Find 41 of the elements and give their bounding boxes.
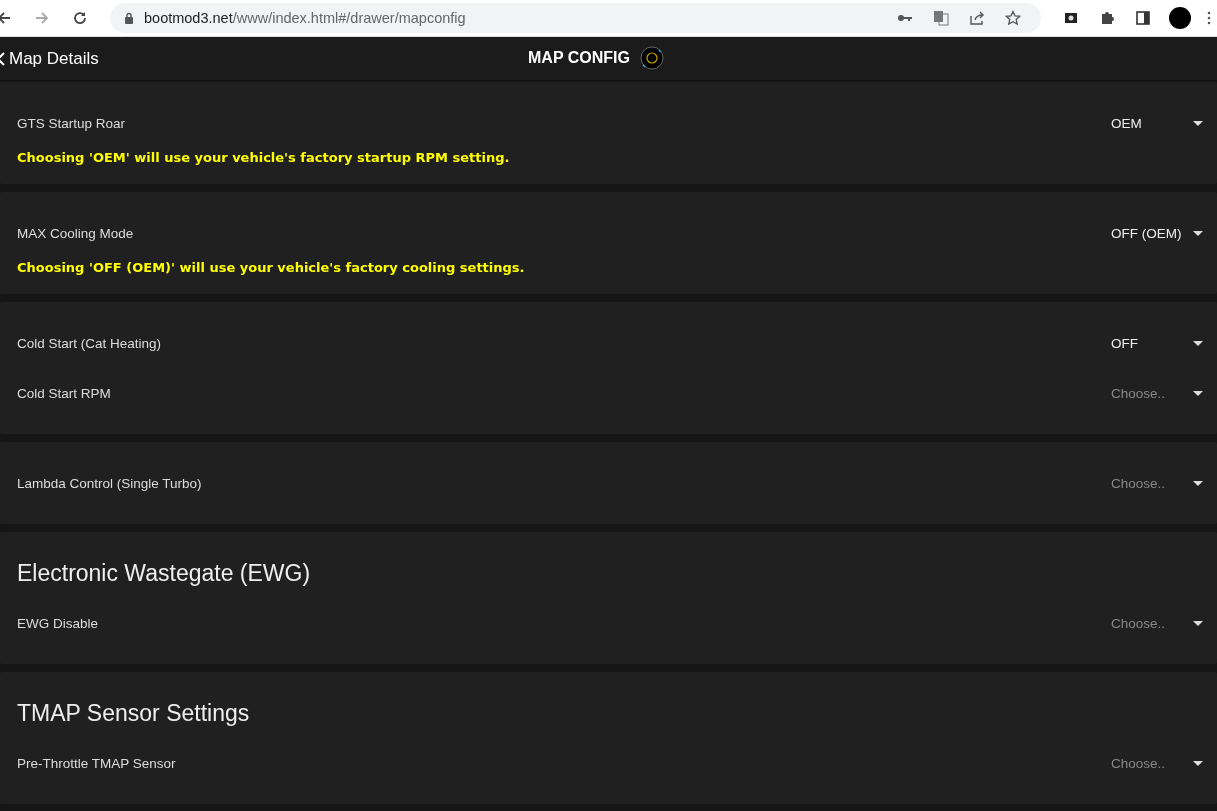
caret-icon — [1193, 390, 1203, 396]
dropdown-select[interactable]: Choose.. — [1111, 615, 1217, 631]
back-arrow-icon[interactable] — [0, 10, 12, 26]
lock-icon — [124, 12, 134, 24]
share-icon[interactable] — [969, 10, 985, 26]
dropdown-select[interactable]: Choose.. — [1111, 475, 1217, 491]
menu-icon[interactable] — [1207, 10, 1211, 26]
extension-icon[interactable] — [1063, 10, 1079, 26]
back-link[interactable]: Map Details — [0, 48, 99, 69]
setting-label: Pre-Throttle TMAP Sensor — [17, 755, 177, 771]
caret-icon — [1193, 120, 1203, 126]
caret-icon — [1193, 340, 1203, 346]
star-icon[interactable] — [1005, 10, 1021, 26]
logo-icon — [639, 46, 664, 70]
dropdown-select[interactable]: OEM — [1111, 115, 1217, 131]
setting-note: Choosing 'OEM' will use your vehicle's factory startup RPM setting. — [17, 149, 511, 167]
caret-icon — [1193, 480, 1203, 486]
setting-label: Cold Start (Cat Heating) — [17, 335, 163, 351]
page-title: MAP CONFIG — [528, 49, 630, 67]
setting-note: Choosing 'OFF (OEM)' will use your vehicle's factory cooling settings. — [17, 259, 526, 277]
translate-icon[interactable] — [933, 10, 949, 26]
side-panel-icon[interactable] — [1135, 10, 1151, 26]
setting-label: EWG Disable — [17, 615, 100, 631]
url-path: /www/index.html#/drawer/mapconfig — [232, 10, 466, 26]
caret-icon — [1193, 620, 1203, 626]
setting-label: Lambda Control (Single Turbo) — [17, 475, 203, 491]
caret-icon — [1193, 760, 1203, 766]
address-bar[interactable]: bootmod3.net/www/index.html#/drawer/mapconfig — [110, 3, 1041, 33]
profile-avatar-icon[interactable] — [1169, 7, 1191, 29]
dropdown-select[interactable]: OFF (OEM) — [1111, 225, 1217, 241]
section-heading: TMAP Sensor Settings — [17, 699, 251, 728]
setting-label: MAX Cooling Mode — [17, 225, 135, 241]
url-host: bootmod3.net — [144, 10, 233, 26]
section-heading: Electronic Wastegate (EWG) — [17, 559, 312, 588]
reload-icon[interactable] — [72, 10, 88, 26]
dropdown-select[interactable]: Choose.. — [1111, 755, 1217, 771]
setting-label: Cold Start RPM — [17, 385, 112, 401]
dropdown-select[interactable]: OFF — [1111, 335, 1217, 351]
dropdown-select[interactable]: Choose.. — [1111, 385, 1217, 401]
setting-label: GTS Startup Roar — [17, 115, 127, 131]
caret-icon — [1193, 230, 1203, 236]
